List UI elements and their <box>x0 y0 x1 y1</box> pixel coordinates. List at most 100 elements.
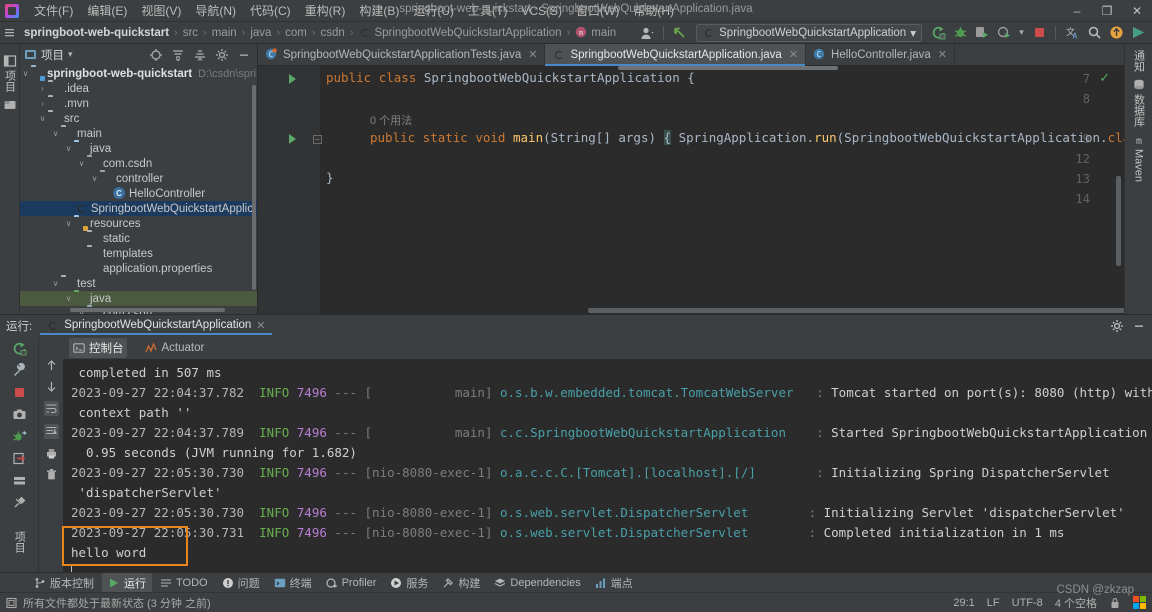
code-editor[interactable]: 7 8 9 12 13 14 − public class Springboot… <box>258 66 1124 314</box>
collapse-all-icon[interactable] <box>191 46 209 64</box>
tab-springboot-web-quickstart-application[interactable]: SpringbootWebQuickstartApplication.java … <box>545 44 807 66</box>
stripe-database-label[interactable]: 数据库 <box>1131 94 1147 127</box>
tree-node[interactable]: C HelloController <box>20 186 257 201</box>
tree-node[interactable]: templates <box>20 246 257 261</box>
close-icon[interactable]: ✕ <box>938 48 947 61</box>
run-with-coverage-icon[interactable] <box>972 24 992 42</box>
tree-node[interactable]: › .idea <box>20 81 257 96</box>
tree-node[interactable]: ∨ src <box>20 111 257 126</box>
bottom-todo[interactable]: TODO <box>154 575 214 591</box>
menu-help[interactable]: 帮助(H) <box>626 0 681 21</box>
maximize-window-button[interactable]: ❐ <box>1092 0 1122 22</box>
close-icon[interactable]: ✕ <box>789 48 798 61</box>
menu-code[interactable]: 代码(C) <box>243 0 298 21</box>
menu-vcs[interactable]: VCS(S) <box>514 2 569 20</box>
tree-node[interactable]: static <box>20 231 257 246</box>
trash-icon[interactable] <box>45 468 58 481</box>
wrench-icon[interactable] <box>12 362 27 378</box>
close-icon[interactable]: ✕ <box>256 319 265 332</box>
run-gutter-icon[interactable] <box>288 74 298 84</box>
menu-run[interactable]: 运行(U) <box>406 0 461 21</box>
exit-icon[interactable] <box>12 451 27 466</box>
thread-dump-icon[interactable] <box>12 429 27 444</box>
bottom-services[interactable]: 服务 <box>384 573 434 593</box>
console-output[interactable]: completed in 507 ms 2023-09-27 22:04:37.7… <box>62 358 1152 580</box>
profile-icon[interactable] <box>994 24 1014 42</box>
chevron-down-icon[interactable]: ∨ <box>50 129 61 138</box>
breadcrumb-item-method[interactable]: main <box>591 27 616 39</box>
tree-node[interactable]: ∨ controller <box>20 171 257 186</box>
caret-position[interactable]: 29:1 <box>953 597 974 609</box>
scroll-to-end-icon[interactable] <box>43 423 59 439</box>
tree-horizontal-scrollbar[interactable] <box>70 308 225 312</box>
tab-actuator[interactable]: Actuator <box>141 340 208 356</box>
chevron-down-icon[interactable]: ∨ <box>63 219 74 228</box>
menu-refactor[interactable]: 重构(R) <box>298 0 353 21</box>
gear-icon[interactable] <box>213 46 231 64</box>
main-menu-burger-icon[interactable] <box>0 24 18 42</box>
soft-wrap-icon[interactable] <box>43 400 59 416</box>
menu-navigate[interactable]: 导航(N) <box>188 0 243 21</box>
camera-icon[interactable] <box>12 407 27 422</box>
bottom-build[interactable]: 构建 <box>436 573 486 593</box>
stop-icon[interactable] <box>12 385 27 400</box>
editor-horizontal-scrollbar[interactable] <box>588 308 1124 313</box>
rerun-icon[interactable] <box>928 24 948 42</box>
breadcrumb-item-main[interactable]: main <box>212 27 237 39</box>
close-icon[interactable]: ✕ <box>528 48 537 61</box>
chevron-right-icon[interactable]: › <box>37 99 48 108</box>
scroll-down-icon[interactable] <box>45 380 58 393</box>
run-green-icon[interactable] <box>1128 24 1148 42</box>
run-gutter-icon[interactable] <box>288 134 298 144</box>
menu-tools[interactable]: 工具(T) <box>461 0 514 21</box>
chevron-down-icon[interactable]: ∨ <box>63 144 74 153</box>
chevron-right-icon[interactable]: › <box>37 84 48 93</box>
print-icon[interactable] <box>45 447 58 460</box>
breadcrumb-item-class[interactable]: SpringbootWebQuickstartApplication <box>374 27 561 39</box>
rerun-icon[interactable] <box>12 341 27 356</box>
close-window-button[interactable]: ✕ <box>1122 0 1152 22</box>
tree-node[interactable]: ∨ java <box>20 141 257 156</box>
bottom-endpoints[interactable]: 端点 <box>589 573 639 593</box>
pin-icon[interactable] <box>12 495 27 510</box>
file-encoding[interactable]: UTF-8 <box>1012 597 1043 609</box>
stripe-maven-label[interactable]: Maven <box>1133 149 1145 182</box>
chevron-down-icon[interactable]: ∨ <box>20 69 31 78</box>
project-view-icon[interactable] <box>3 54 17 68</box>
undo-icon[interactable] <box>670 24 690 42</box>
usage-hint[interactable]: 0 个用法 <box>370 112 412 128</box>
bottom-problems[interactable]: 问题 <box>216 573 266 593</box>
debug-icon[interactable] <box>950 24 970 42</box>
chevron-down-icon[interactable]: ▾ <box>1016 24 1027 42</box>
breadcrumb-item-src[interactable]: src <box>183 27 198 39</box>
menu-build[interactable]: 构建(B) <box>352 0 406 21</box>
tree-node[interactable]: ∨ resources <box>20 216 257 232</box>
scroll-up-icon[interactable] <box>45 359 58 372</box>
tree-node[interactable]: ∨ springboot-web-quickstart D:\csdn\spring… <box>20 66 257 82</box>
database-icon[interactable] <box>1132 78 1146 92</box>
bottom-profiler[interactable]: Profiler <box>320 575 383 591</box>
tree-node[interactable]: ∨ java <box>20 291 257 307</box>
chevron-down-icon[interactable]: ▾ <box>68 49 73 60</box>
inspection-status-icon[interactable]: ✓ <box>1099 70 1110 86</box>
tree-vertical-scrollbar[interactable] <box>252 85 256 291</box>
chevron-down-icon[interactable]: ∨ <box>89 174 100 183</box>
menu-view[interactable]: 视图(V) <box>134 0 188 21</box>
bottom-version-control[interactable]: 版本控制 <box>28 573 100 593</box>
breadcrumb-item-project[interactable]: springboot-web-quickstart <box>24 27 169 39</box>
breadcrumb-item-com[interactable]: com <box>285 27 307 39</box>
run-configuration-selector[interactable]: SpringbootWebQuickstartApplication ▾ <box>696 23 922 42</box>
lock-icon[interactable] <box>1109 597 1121 609</box>
expand-all-icon[interactable] <box>169 46 187 64</box>
run-window-tab[interactable]: SpringbootWebQuickstartApplication ✕ <box>40 317 272 335</box>
tree-node[interactable]: ∨ test <box>20 276 257 291</box>
tab-console[interactable]: 控制台 <box>68 337 128 358</box>
commit-icon[interactable] <box>3 98 17 112</box>
bottom-terminal[interactable]: 终端 <box>268 573 318 593</box>
tree-node[interactable]: ∨ main <box>20 126 257 141</box>
tab-springboot-web-quickstart-application-tests[interactable]: C SpringbootWebQuickstartApplicationTest… <box>258 44 546 65</box>
breadcrumb-item-csdn[interactable]: csdn <box>321 27 345 39</box>
code-fold-icon[interactable]: − <box>313 135 322 144</box>
tree-node[interactable]: application.properties <box>20 261 257 276</box>
menu-edit[interactable]: 编辑(E) <box>80 0 134 21</box>
